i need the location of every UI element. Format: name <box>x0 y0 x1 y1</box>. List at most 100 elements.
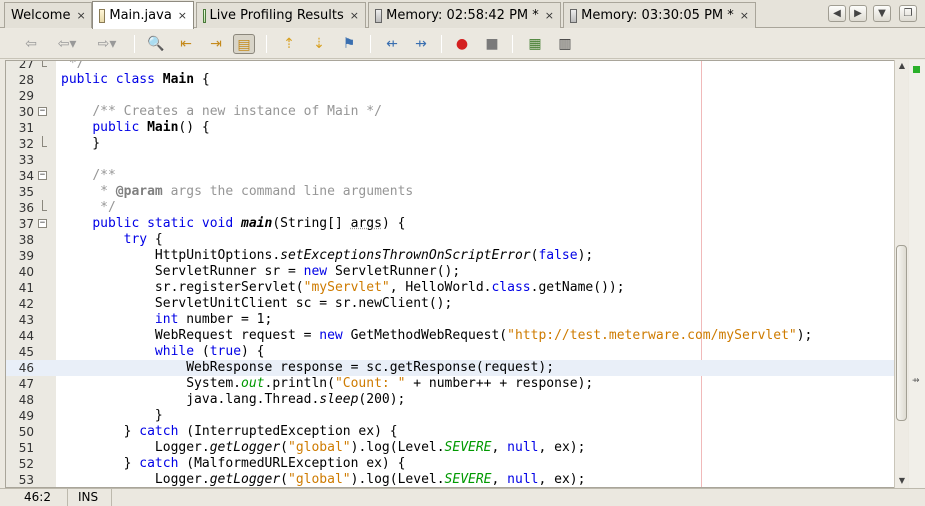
scroll-down-icon[interactable]: ▼ <box>895 475 909 488</box>
tab-memory-snapshot-2[interactable]: Memory: 03:30:05 PM * × <box>563 2 756 28</box>
start-macro-icon[interactable]: ● <box>451 34 473 54</box>
stop-macro-icon[interactable]: ■ <box>481 34 503 54</box>
tab-list-dropdown-icon[interactable]: ▼ <box>873 5 891 22</box>
line-number: 37 <box>18 217 34 231</box>
previous-bookmark-icon[interactable]: ⇡ <box>278 34 300 54</box>
scroll-tabs-left-icon[interactable]: ◀ <box>828 5 846 22</box>
scrollbar-thumb[interactable] <box>896 245 907 421</box>
tab-label: Memory: 02:58:42 PM * <box>386 8 539 23</box>
forward-history-icon[interactable]: ⇨▾ <box>92 34 122 54</box>
code-line[interactable]: 45 while (true) { <box>6 344 894 360</box>
code-text: */ <box>61 200 116 215</box>
tab-label: Memory: 03:30:05 PM * <box>581 8 734 23</box>
code-line[interactable]: 28 public class Main { <box>6 72 894 88</box>
line-number: 32 <box>18 137 34 151</box>
code-text: public Main() { <box>92 120 210 135</box>
line-number: 50 <box>18 425 34 439</box>
find-next-icon[interactable]: ⇥ <box>205 34 227 54</box>
error-stripe[interactable]: ⇸ <box>909 60 925 488</box>
code-line[interactable]: 40 ServletRunner sr = new ServletRunner(… <box>6 264 894 280</box>
code-line[interactable]: 34− /** <box>6 168 894 184</box>
code-editor[interactable]: 27 */28 public class Main {29 30− /** Crea… <box>5 60 895 488</box>
tab-memory-snapshot-1[interactable]: Memory: 02:58:42 PM * × <box>368 2 561 28</box>
fold-collapse-icon[interactable]: − <box>38 171 47 180</box>
code-line[interactable]: 48 java.lang.Thread.sleep(200); <box>6 392 894 408</box>
line-number: 41 <box>18 281 34 295</box>
fold-collapse-icon[interactable]: − <box>38 107 47 116</box>
line-number: 53 <box>18 473 34 487</box>
code-line[interactable]: 47 System.out.println("Count: " + number… <box>6 376 894 392</box>
tab-live-profiling-results[interactable]: Live Profiling Results × <box>196 2 366 28</box>
fold-collapse-icon[interactable]: − <box>38 219 47 228</box>
uncomment-icon[interactable]: ▥ <box>554 34 576 54</box>
line-number: 48 <box>18 393 34 407</box>
fold-end-tick <box>42 210 47 211</box>
close-icon[interactable]: × <box>545 9 554 22</box>
tab-label: Welcome <box>11 8 71 23</box>
close-icon[interactable]: × <box>76 9 85 22</box>
shift-left-icon[interactable]: ⇷ <box>381 34 403 54</box>
line-number: 29 <box>18 89 34 103</box>
line-number: 42 <box>18 297 34 311</box>
line-number: 40 <box>18 265 34 279</box>
maximize-icon[interactable]: ❐ <box>899 5 917 22</box>
code-line[interactable]: 43 int number = 1; <box>6 312 894 328</box>
code-line[interactable]: 50 } catch (InterruptedException ex) { <box>6 424 894 440</box>
next-bookmark-icon[interactable]: ⇣ <box>308 34 330 54</box>
code-text: /** Creates a new instance of Main */ <box>92 104 382 119</box>
line-number: 35 <box>18 185 34 199</box>
tab-main-java[interactable]: Main.java × <box>92 1 194 29</box>
code-line[interactable]: 27 */ <box>6 60 894 72</box>
code-text: ServletRunner sr = new ServletRunner(); <box>61 264 461 279</box>
code-line[interactable]: 41 sr.registerServlet("myServlet", Hello… <box>6 280 894 296</box>
back-icon[interactable]: ⇦ <box>20 34 42 54</box>
line-number: 27 <box>18 60 34 71</box>
line-number: 33 <box>18 153 34 167</box>
tab-label: Main.java <box>109 8 172 23</box>
close-icon[interactable]: × <box>350 9 359 22</box>
code-line[interactable]: 38 try { <box>6 232 894 248</box>
line-number: 47 <box>18 377 34 391</box>
editor-toolbar: ⇦ ⇦▾ ⇨▾ 🔍 ⇤ ⇥ ▤ ⇡ ⇣ ⚑ ⇷ ⇸ ● ■ ▦ ▥ <box>0 29 925 59</box>
scroll-up-icon[interactable]: ▲ <box>895 60 909 73</box>
memory-snapshot-icon <box>570 8 578 23</box>
code-line[interactable]: 35 * @param args the command line argume… <box>6 184 894 200</box>
code-text: ServletUnitClient sc = sr.newClient(); <box>61 296 453 311</box>
code-line[interactable]: 33 <box>6 152 894 168</box>
code-line[interactable]: 39 HttpUnitOptions.setExceptionsThrownOn… <box>6 248 894 264</box>
scroll-tabs-right-icon[interactable]: ▶ <box>849 5 867 22</box>
toggle-bookmark-icon[interactable]: ⚑ <box>338 34 360 54</box>
code-line[interactable]: 52 } catch (MalformedURLException ex) { <box>6 456 894 472</box>
code-line[interactable]: 32 } <box>6 136 894 152</box>
code-text: } catch (MalformedURLException ex) { <box>61 456 406 471</box>
close-icon[interactable]: × <box>740 9 749 22</box>
fold-end-marker <box>42 200 43 210</box>
vertical-scrollbar[interactable]: ▲ ▼ <box>894 60 908 488</box>
code-line[interactable]: 51 Logger.getLogger("global").log(Level.… <box>6 440 894 456</box>
tab-welcome[interactable]: Welcome × <box>4 2 92 28</box>
close-icon[interactable]: × <box>178 9 187 22</box>
find-previous-icon[interactable]: ⇤ <box>175 34 197 54</box>
code-line[interactable]: 42 ServletUnitClient sc = sr.newClient()… <box>6 296 894 312</box>
line-number: 31 <box>18 121 34 135</box>
code-line[interactable]: 36 */ <box>6 200 894 216</box>
code-line[interactable]: 30− /** Creates a new instance of Main *… <box>6 104 894 120</box>
code-text: try { <box>123 232 163 247</box>
current-code-line[interactable]: 46 WebResponse response = sc.getResponse… <box>6 360 894 376</box>
line-number: 45 <box>18 345 34 359</box>
code-line[interactable]: 44 WebRequest request = new GetMethodWeb… <box>6 328 894 344</box>
code-text: Logger.getLogger("global").log(Level.SEV… <box>61 472 586 487</box>
find-selection-icon[interactable]: 🔍 <box>145 34 167 54</box>
code-line[interactable]: 53 Logger.getLogger("global").log(Level.… <box>6 472 894 487</box>
toggle-highlight-search-icon[interactable]: ▤ <box>233 34 255 54</box>
code-line[interactable]: 29 <box>6 88 894 104</box>
code-text: } <box>61 408 163 423</box>
fold-end-tick <box>42 66 47 67</box>
line-number: 44 <box>18 329 34 343</box>
code-line[interactable]: 31 public Main() { <box>6 120 894 136</box>
code-line[interactable]: 49 } <box>6 408 894 424</box>
shift-right-icon[interactable]: ⇸ <box>410 34 432 54</box>
code-line[interactable]: 37− public static void main(String[] arg… <box>6 216 894 232</box>
comment-icon[interactable]: ▦ <box>524 34 546 54</box>
back-history-icon[interactable]: ⇦▾ <box>52 34 82 54</box>
